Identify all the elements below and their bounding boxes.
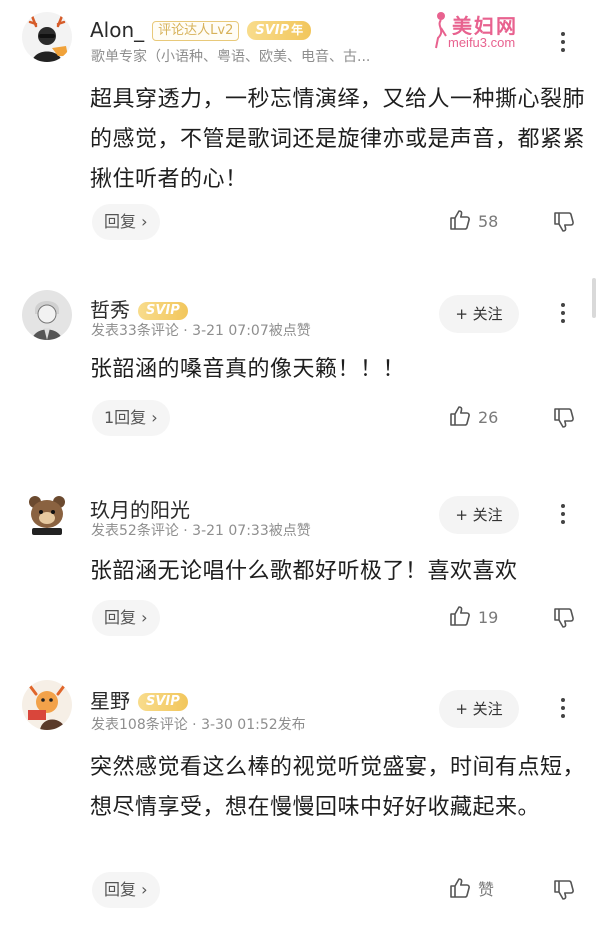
username-text: 哲秀 [90,298,130,322]
reply-button[interactable]: 回复 › [92,872,160,908]
watermark-logo: 美妇网 meifu3.com [430,8,560,54]
more-options-icon[interactable] [553,28,573,58]
more-options-icon[interactable] [553,694,573,724]
svip-badge: SVIP [138,693,188,711]
thumbs-up-icon [450,406,470,426]
comment-text: 张韶涵的嗓音真的像天籁！！！ [90,357,406,382]
follow-button[interactable]: + 关注 [439,690,519,728]
level-badge: 评论达人Lv2 [152,21,240,41]
username[interactable]: Alon_ 评论达人Lv2 SVIP 年 [90,18,312,42]
svip-badge: SVIP [138,302,188,320]
avatar[interactable] [22,490,72,540]
avatar-bear-icon [22,490,72,540]
follow-button[interactable]: + 关注 [439,295,519,333]
reply-button[interactable]: 回复 › [92,204,160,240]
scrollbar-thumb[interactable] [592,278,596,318]
avatar[interactable] [22,290,72,340]
user-meta: 发表52条评论 · 3-21 07:33被点赞 [91,523,311,539]
thumbs-down-icon[interactable] [552,210,576,234]
reply-button[interactable]: 回复 › [92,600,160,636]
thumbs-up-icon [450,210,470,230]
like-button[interactable]: 19 [448,603,498,633]
thumbs-down-icon[interactable] [552,606,576,630]
more-options-icon[interactable] [553,500,573,530]
like-count: 26 [478,408,499,427]
avatar-cartoon-icon [22,680,72,730]
follow-button[interactable]: + 关注 [439,496,519,534]
thumbs-up-icon [450,606,470,626]
like-count: 58 [478,212,499,231]
thumbs-down-icon[interactable] [552,406,576,430]
like-count: 19 [478,608,499,627]
avatar[interactable] [22,680,72,730]
user-meta: 发表33条评论 · 3-21 07:07被点赞 [91,323,311,339]
more-options-icon[interactable] [553,299,573,329]
reply-button[interactable]: 1回复 › [92,400,170,436]
username[interactable]: 玖月的阳光 [90,494,190,523]
username-text: Alon_ [90,18,145,42]
thumbs-up-icon [450,878,470,898]
like-button[interactable]: 26 [448,403,498,433]
username[interactable]: 哲秀 SVIP [90,294,188,323]
thumbs-down-icon[interactable] [552,878,576,902]
comment-text: 突然感觉看这么棒的视觉听觉盛宴，时间有点短，想尽情享受，想在慢慢回味中好好收藏起… [90,755,586,820]
user-meta: 歌单专家（小语种、粤语、欧美、电音、古... [91,49,371,65]
username-text: 玖月的阳光 [90,498,190,522]
svip-label: SVIP [255,23,290,38]
user-meta: 发表108条评论 · 3-30 01:52发布 [91,717,306,733]
username[interactable]: 星野 SVIP [90,685,188,714]
comment-text: 张韶涵无论唱什么歌都好听极了！喜欢喜欢 [90,559,518,584]
avatar[interactable] [22,12,72,62]
like-count: 赞 [478,880,495,899]
like-button[interactable]: 58 [448,207,498,237]
avatar-person-icon [22,290,72,340]
avatar-antler-icon [22,12,72,62]
svip-badge: SVIP 年 [247,21,312,40]
like-button[interactable]: 赞 [448,875,494,905]
watermark-url: meifu3.com [448,35,516,50]
svip-year-label: 年 [291,23,304,37]
username-text: 星野 [90,689,130,713]
comment-text: 超具穿透力，一秒忘情演绎，又给人一种撕心裂肺的感觉，不管是歌词还是旋律亦或是声音… [90,87,586,192]
